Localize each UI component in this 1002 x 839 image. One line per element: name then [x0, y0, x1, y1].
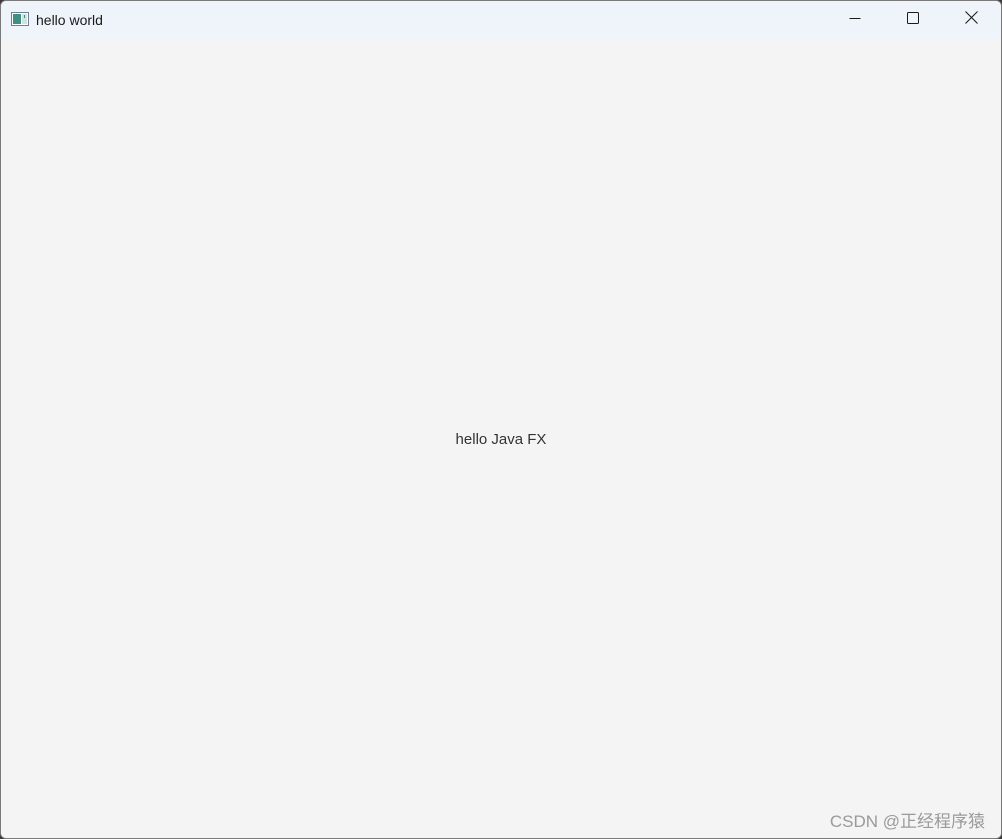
title-bar[interactable]: hello world: [1, 1, 1001, 39]
maximize-button[interactable]: [884, 1, 942, 39]
hello-label: hello Java FX: [455, 431, 547, 448]
minimize-icon: [849, 11, 861, 29]
maximize-icon: [907, 11, 919, 29]
minimize-button[interactable]: [826, 1, 884, 39]
csdn-watermark: CSDN @正经程序猿: [829, 812, 985, 831]
scene-content: hello Java FX: [1, 39, 1001, 838]
window-title: hello world: [36, 12, 103, 28]
app-window-icon: [11, 12, 29, 26]
close-icon: [964, 11, 978, 29]
close-button[interactable]: [942, 1, 1000, 39]
app-window: hello world hello Java FX CSDN @正经程序猿: [0, 0, 1002, 839]
